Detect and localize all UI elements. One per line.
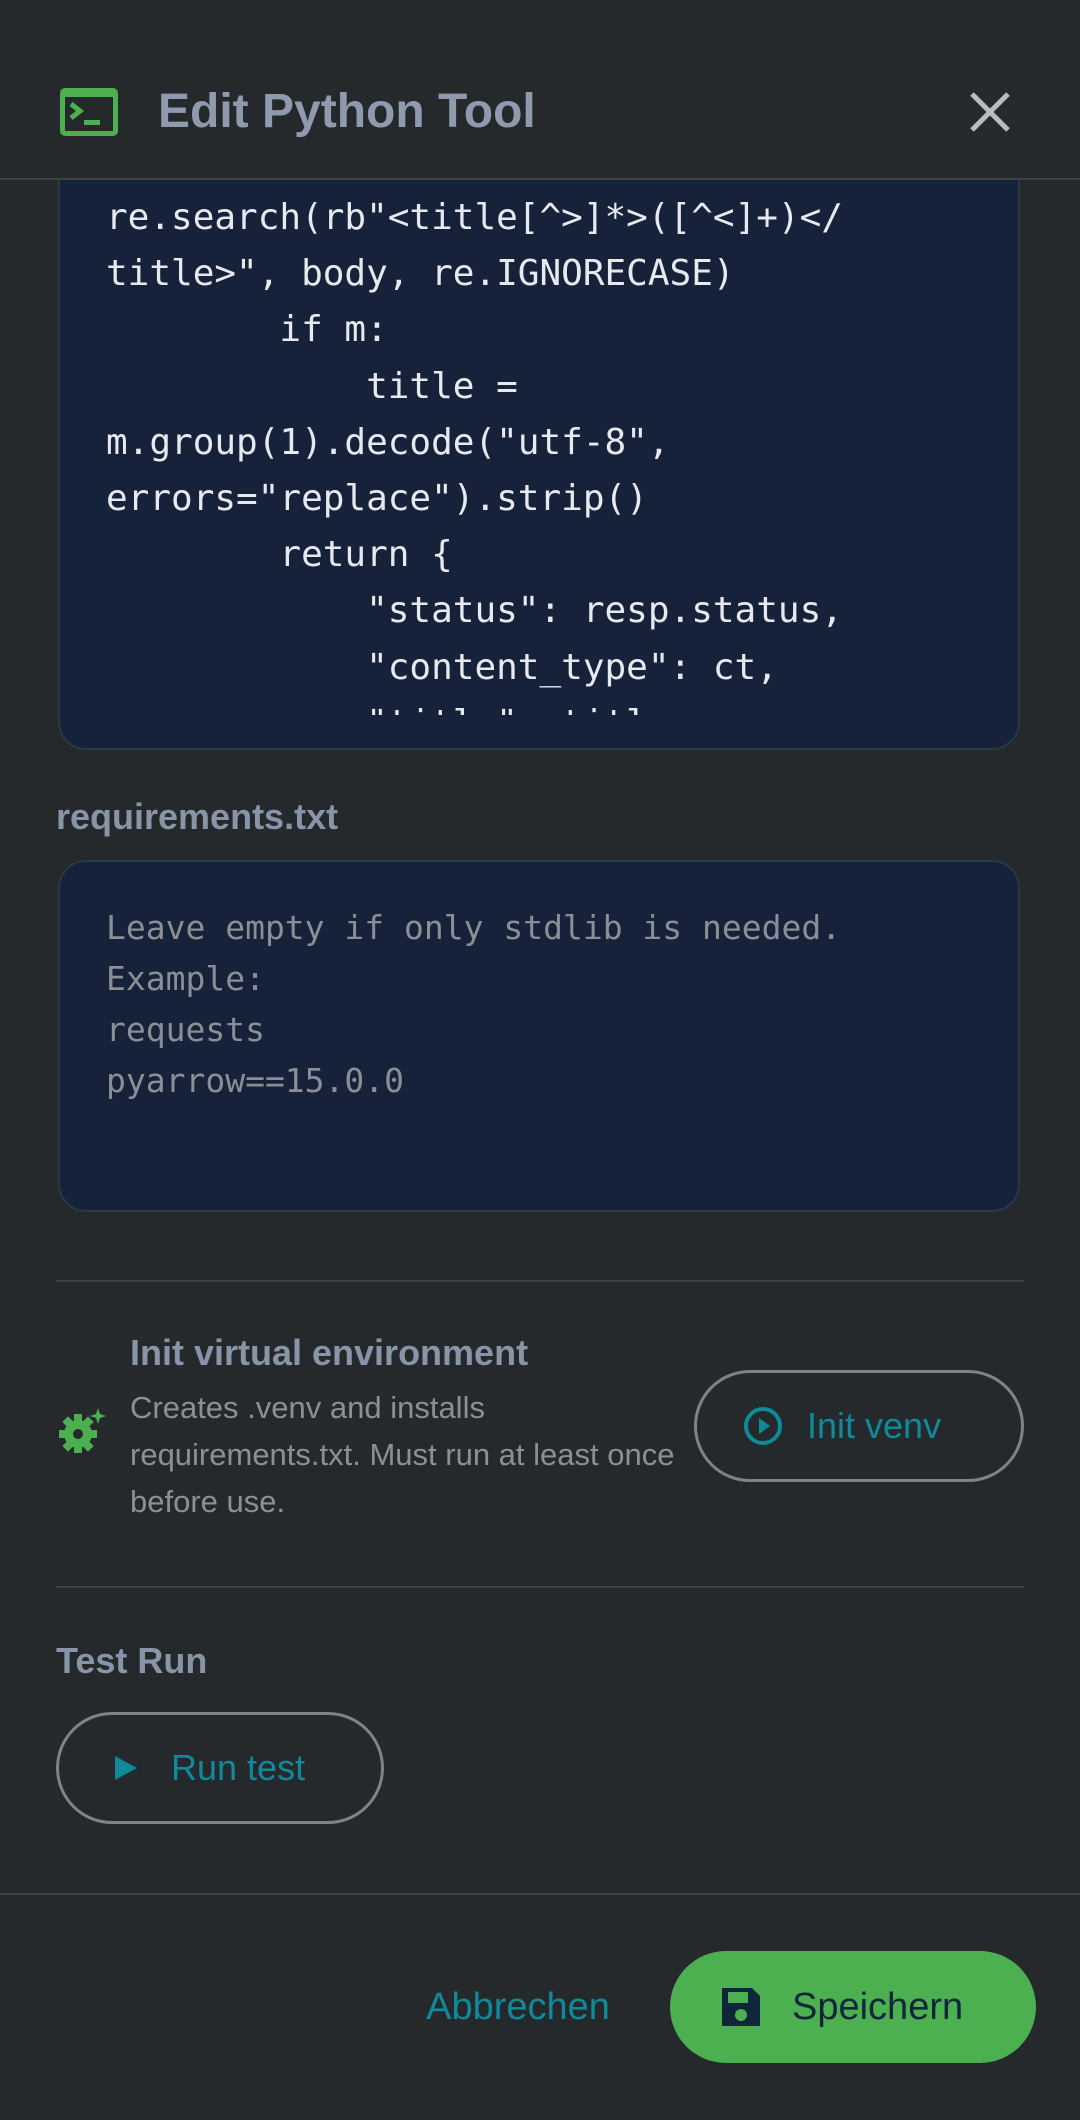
venv-description: Creates .venv and installs requirements.… (130, 1390, 675, 1519)
play-circle-icon (744, 1407, 782, 1445)
cancel-button[interactable]: Abbrechen (408, 1975, 628, 2039)
dialog-title: Edit Python Tool (158, 85, 536, 138)
venv-title: Init virtual environment (130, 1332, 529, 1373)
code-text[interactable]: re.search(rb"<title[^>]*>([^<]+)</ title… (106, 190, 843, 748)
footer-divider (0, 1893, 1080, 1895)
init-venv-label: Init venv (807, 1405, 942, 1446)
requirements-label: requirements.txt (56, 796, 339, 837)
run-test-button[interactable]: Run test (56, 1712, 384, 1824)
terminal-icon (60, 88, 118, 136)
dialog-header: Edit Python Tool (0, 0, 1080, 180)
close-icon[interactable] (966, 88, 1014, 136)
save-label: Speichern (792, 1985, 964, 2028)
divider (56, 1586, 1024, 1588)
requirements-editor[interactable] (58, 860, 1020, 1212)
floppy-disk-icon (722, 1988, 760, 2026)
test-run-label: Test Run (56, 1640, 208, 1681)
save-button[interactable]: Speichern (670, 1951, 1036, 2063)
gear-icon (59, 1408, 106, 1453)
divider (56, 1280, 1024, 1282)
code-editor[interactable]: re.search(rb"<title[^>]*>([^<]+)</ title… (58, 180, 1020, 750)
requirements-input[interactable] (106, 902, 966, 1192)
run-test-label: Run test (171, 1747, 306, 1788)
init-venv-button[interactable]: Init venv (694, 1370, 1024, 1482)
editor-bottom-padding (60, 715, 1018, 748)
play-icon (115, 1756, 137, 1780)
